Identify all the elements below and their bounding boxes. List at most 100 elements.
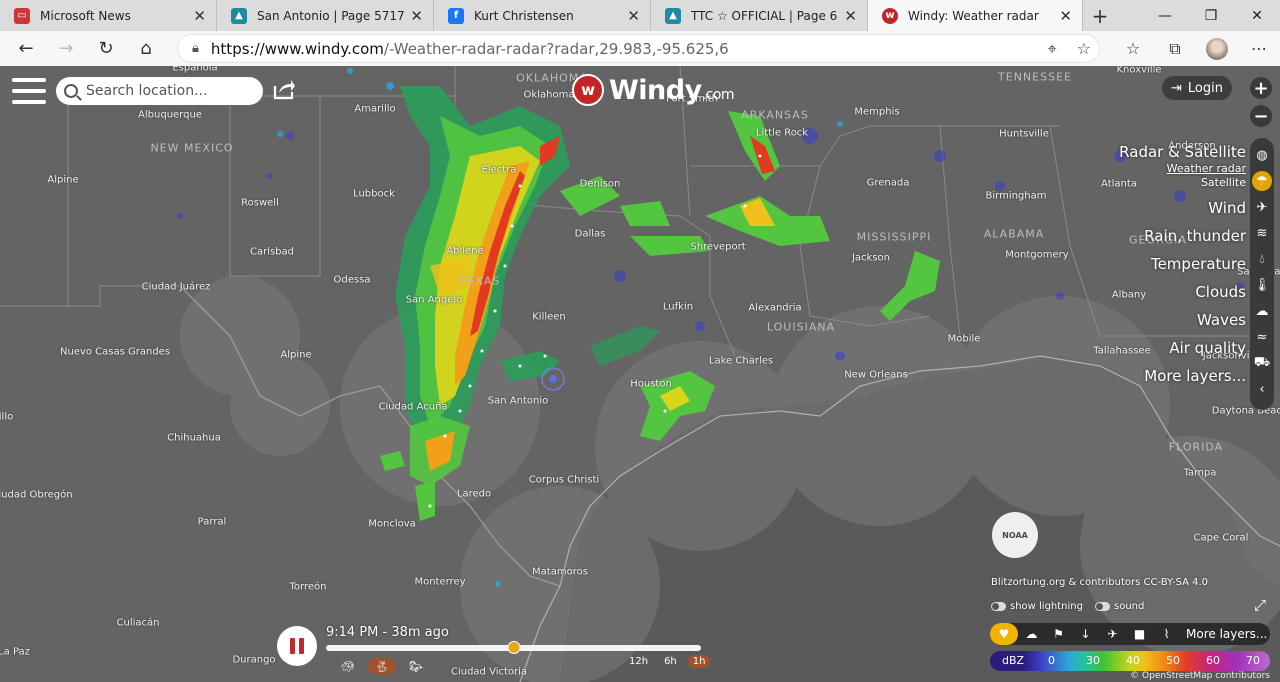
- airport-icon[interactable]: ✈: [1099, 623, 1126, 645]
- timeline-slider[interactable]: [326, 641, 701, 654]
- search-placeholder: Search location...: [86, 83, 208, 99]
- tab-san-antonio[interactable]: ▲ San Antonio | Page 5717 | Taco ✕: [217, 0, 434, 31]
- forum-favicon-icon: ▲: [665, 7, 681, 24]
- close-tab-icon[interactable]: ✕: [1059, 7, 1072, 25]
- windy-logo[interactable]: w Windy.com: [572, 74, 735, 106]
- waves-icon[interactable]: ≈: [1252, 324, 1272, 350]
- horse-icon[interactable]: 🐎︎: [404, 658, 428, 674]
- car-icon[interactable]: ⛟: [1252, 350, 1272, 376]
- heart-icon[interactable]: ♥: [990, 623, 1018, 645]
- close-tab-icon[interactable]: ✕: [193, 7, 206, 25]
- map-city-label: Corpus Christi: [528, 474, 600, 486]
- map-city-label: San Antonio: [487, 395, 549, 407]
- layer-wind[interactable]: Wind: [1119, 197, 1246, 225]
- thermometer-icon[interactable]: 🌡︎: [1252, 272, 1272, 298]
- refresh-icon[interactable]: ↻: [86, 31, 126, 66]
- address-bar[interactable]: 🔒︎ https://www.windy.com/-Weather-radar-…: [177, 34, 1100, 63]
- rabbit-icon[interactable]: 🐇︎: [368, 658, 396, 674]
- window-controls: — ❐ ✕: [1142, 0, 1280, 31]
- maximize-icon[interactable]: ❐: [1188, 0, 1234, 31]
- tab-microsoft-news[interactable]: ▭ Microsoft News ✕: [0, 0, 217, 31]
- rain-drop-icon[interactable]: 💧︎: [1252, 246, 1272, 272]
- map-city-label: Memphis: [854, 106, 900, 118]
- close-tab-icon[interactable]: ✕: [627, 7, 640, 25]
- globe-icon[interactable]: ◍: [1252, 142, 1272, 168]
- map-city-label: Shreveport: [690, 241, 746, 253]
- map-city-label: Ciudad Obregón: [0, 489, 73, 501]
- login-button[interactable]: ⇥ Login: [1162, 76, 1232, 100]
- share-icon[interactable]: [272, 78, 298, 102]
- antenna-icon[interactable]: ⌇: [1153, 623, 1180, 645]
- map-city-label: Lubbock: [353, 188, 395, 200]
- timeline-slider-thumb[interactable]: [507, 641, 520, 654]
- map-city-label: Dallas: [574, 228, 606, 240]
- minimize-icon[interactable]: —: [1142, 0, 1188, 31]
- more-layers-button[interactable]: More layers...: [1186, 627, 1267, 641]
- location-target-icon[interactable]: ⌖: [1048, 39, 1057, 59]
- chevron-left-icon[interactable]: ‹: [1252, 376, 1272, 402]
- tab-kurt-christensen[interactable]: f Kurt Christensen ✕: [434, 0, 651, 31]
- fullscreen-icon[interactable]: ⤢: [1254, 596, 1272, 614]
- tab-ttc-official[interactable]: ▲ TTC ☆ OFFICIAL | Page 6101 | T ✕: [651, 0, 868, 31]
- close-window-icon[interactable]: ✕: [1234, 0, 1280, 31]
- lightning-sound-toggles: show lightning sound: [991, 601, 1144, 612]
- map-state-label: ARKANSAS: [741, 108, 809, 122]
- search-input[interactable]: Search location...: [56, 77, 263, 105]
- close-tab-icon[interactable]: ✕: [844, 7, 857, 25]
- menu-hamburger-icon[interactable]: [12, 78, 46, 104]
- show-lightning-toggle[interactable]: show lightning: [991, 601, 1083, 612]
- favorite-star-icon[interactable]: ☆: [1077, 39, 1091, 59]
- zoom-out-button[interactable]: −: [1250, 105, 1272, 127]
- tab-windy[interactable]: w Windy: Weather radar ✕: [868, 0, 1083, 31]
- satellite-icon[interactable]: ✈: [1252, 194, 1272, 220]
- flag-icon[interactable]: ⚑: [1045, 623, 1072, 645]
- forward-arrow-icon[interactable]: →: [46, 31, 86, 66]
- close-tab-icon[interactable]: ✕: [410, 7, 423, 25]
- range-1h[interactable]: 1h: [687, 655, 711, 668]
- storm-icon[interactable]: ☁: [1018, 623, 1045, 645]
- layer-clouds[interactable]: Clouds: [1119, 281, 1246, 309]
- layer-list: Radar & Satellite Weather radar Satellit…: [1119, 141, 1246, 393]
- map-city-label: Oklahoma: [523, 89, 575, 101]
- pressure-arrow-icon[interactable]: ↓: [1072, 623, 1099, 645]
- tab-title: Microsoft News: [40, 8, 131, 23]
- layer-more-layers[interactable]: More layers...: [1119, 365, 1246, 393]
- layer-temperature[interactable]: Temperature: [1119, 253, 1246, 281]
- layer-satellite[interactable]: Satellite: [1119, 177, 1246, 197]
- tab-title: San Antonio | Page 5717 | Taco: [257, 8, 405, 23]
- favorites-icon[interactable]: ☆: [1112, 39, 1154, 58]
- map-city-label: Montgomery: [1005, 249, 1069, 261]
- profile-avatar[interactable]: [1196, 37, 1238, 60]
- layer-air-quality[interactable]: Air quality: [1119, 337, 1246, 365]
- login-icon: ⇥: [1171, 80, 1182, 96]
- sound-toggle[interactable]: sound: [1095, 601, 1144, 612]
- legend-tick: 0: [1048, 654, 1055, 667]
- weather-radar-map[interactable]: Española Amarillo Oklahoma Fort Smith Little…: [0, 66, 1280, 682]
- range-6h[interactable]: 6h: [659, 655, 682, 668]
- timeline-time-label: 9:14 PM - 38m ago: [326, 625, 449, 640]
- layer-waves[interactable]: Waves: [1119, 309, 1246, 337]
- turtle-icon[interactable]: 🐢︎: [336, 658, 360, 674]
- map-city-label: Jackson: [851, 252, 891, 264]
- legend-tick: 40: [1126, 654, 1140, 667]
- radar-icon[interactable]: ☂: [1252, 171, 1272, 191]
- back-arrow-icon[interactable]: ←: [6, 31, 46, 66]
- home-icon[interactable]: ⌂: [126, 31, 166, 66]
- collections-icon[interactable]: ⧉: [1154, 39, 1196, 59]
- pause-button[interactable]: [277, 626, 317, 666]
- webcam-icon[interactable]: ■: [1126, 623, 1153, 645]
- map-city-label: Laredo: [456, 488, 492, 500]
- range-12h[interactable]: 12h: [624, 655, 653, 668]
- map-city-label: Knoxville: [1116, 66, 1162, 76]
- cloud-icon[interactable]: ☁: [1252, 298, 1272, 324]
- map-city-label: Matamoros: [532, 566, 588, 578]
- lock-icon[interactable]: 🔒︎: [192, 41, 199, 56]
- new-tab-button[interactable]: +: [1083, 0, 1117, 31]
- wind-icon[interactable]: ≋: [1252, 220, 1272, 246]
- map-city-label: Alexandria: [748, 302, 802, 314]
- layer-rain-thunder[interactable]: Rain, thunder: [1119, 225, 1246, 253]
- more-options-icon[interactable]: ⋯: [1238, 39, 1280, 58]
- zoom-in-button[interactable]: +: [1250, 77, 1272, 99]
- map-city-label: Tampa: [1183, 467, 1217, 479]
- map-city-label: Odessa: [333, 274, 371, 286]
